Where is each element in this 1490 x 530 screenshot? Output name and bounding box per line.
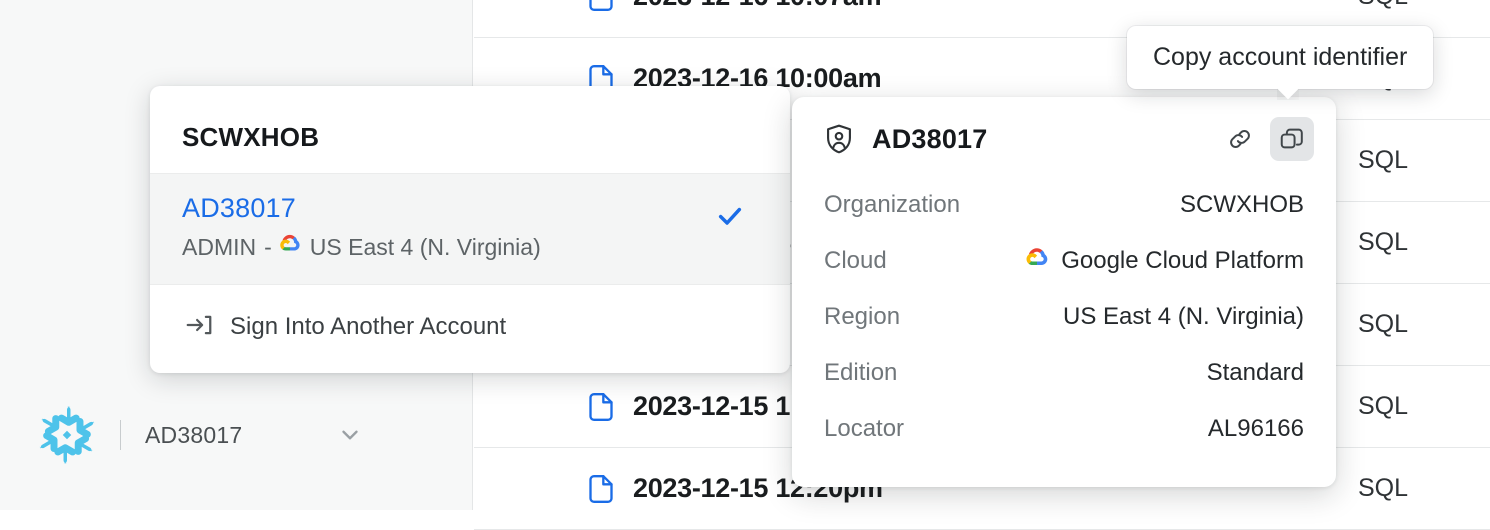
account-detail-popover: AD38017 Organization SCWXHOB Cloud Google C…	[792, 97, 1336, 487]
worksheet-language: SQL	[1357, 392, 1408, 420]
account-detail-key: Cloud	[824, 247, 887, 274]
account-detail-value: AL96166	[1208, 415, 1304, 443]
copy-account-identifier-tooltip: Copy account identifier	[1127, 26, 1434, 89]
check-icon	[716, 202, 744, 235]
account-detail-row: Locator AL96166	[824, 401, 1304, 457]
account-detail-value-text: US East 4 (N. Virginia)	[1063, 303, 1304, 330]
worksheet-language: SQL	[1357, 474, 1408, 502]
worksheet-language: SQL	[1357, 310, 1408, 338]
account-dropdown-popover: SCWXHOB AD38017 ADMIN - US East 4 (N. Vi…	[150, 86, 790, 374]
account-detail-fields: Organization SCWXHOB Cloud Google Cloud Pla…	[792, 169, 1336, 457]
account-detail-row: Region US East 4 (N. Virginia)	[824, 289, 1304, 345]
account-detail-value: Google Cloud Platform	[1023, 245, 1304, 278]
account-detail-value-text: Google Cloud Platform	[1061, 247, 1304, 274]
worksheet-language: SQL	[1357, 228, 1408, 256]
account-detail-key: Edition	[824, 359, 898, 386]
account-detail-title: AD38017	[872, 123, 988, 154]
tooltip-arrow	[1277, 88, 1299, 100]
worksheet-language: SQL	[1357, 146, 1408, 174]
account-detail-value: SCWXHOB	[1180, 191, 1304, 219]
document-icon	[474, 391, 615, 423]
account-switcher-label: AD38017	[145, 421, 243, 448]
account-detail-value-text: AL96166	[1207, 415, 1304, 442]
sign-into-another-account-label: Sign Into Another Account	[230, 313, 507, 341]
account-detail-key: Region	[824, 303, 901, 330]
copy-icon[interactable]	[1270, 117, 1314, 161]
dropdown-account-subtitle: ADMIN - US East 4 (N. Virginia)	[182, 232, 790, 262]
switcher-divider	[120, 420, 121, 450]
account-detail-row: Organization SCWXHOB	[824, 177, 1304, 233]
dropdown-account-item[interactable]: AD38017 ADMIN - US East 4 (N. Virginia)	[150, 173, 790, 286]
account-detail-row: Edition Standard	[824, 345, 1304, 401]
account-detail-key: Locator	[824, 415, 905, 442]
tooltip-text: Copy account identifier	[1153, 43, 1408, 71]
account-detail-row: Cloud Google Cloud Platform	[824, 233, 1304, 289]
document-icon	[474, 473, 615, 505]
sign-into-another-account-item[interactable]: Sign Into Another Account	[150, 285, 790, 373]
account-detail-value-text: SCWXHOB	[1179, 191, 1304, 218]
account-detail-value: US East 4 (N. Virginia)	[1063, 303, 1304, 331]
snowflake-logo	[36, 404, 98, 466]
document-icon	[474, 0, 615, 13]
link-icon[interactable]	[1218, 117, 1262, 161]
google-cloud-icon	[1023, 245, 1051, 278]
dropdown-account-name: AD38017	[182, 193, 296, 223]
account-detail-value: Standard	[1207, 359, 1304, 387]
dropdown-account-role: ADMIN	[182, 233, 257, 260]
dropdown-subtitle-separator: -	[264, 233, 272, 260]
account-detail-value-text: Standard	[1206, 359, 1304, 386]
google-cloud-icon	[277, 232, 303, 262]
account-detail-actions	[1218, 117, 1314, 161]
worksheet-language: SQL	[1358, 0, 1408, 11]
account-detail-key: Organization	[824, 191, 961, 218]
sign-in-arrow-icon	[184, 310, 214, 345]
account-switcher[interactable]: AD38017	[36, 402, 363, 468]
dropdown-org-header: SCWXHOB	[182, 122, 320, 152]
dropdown-account-region: US East 4 (N. Virginia)	[309, 233, 541, 260]
worksheet-date: 2023-12-16 10:07am	[633, 0, 882, 12]
chevron-down-icon[interactable]	[337, 422, 363, 448]
account-detail-header: AD38017	[792, 97, 1336, 169]
shield-person-icon	[822, 122, 856, 156]
